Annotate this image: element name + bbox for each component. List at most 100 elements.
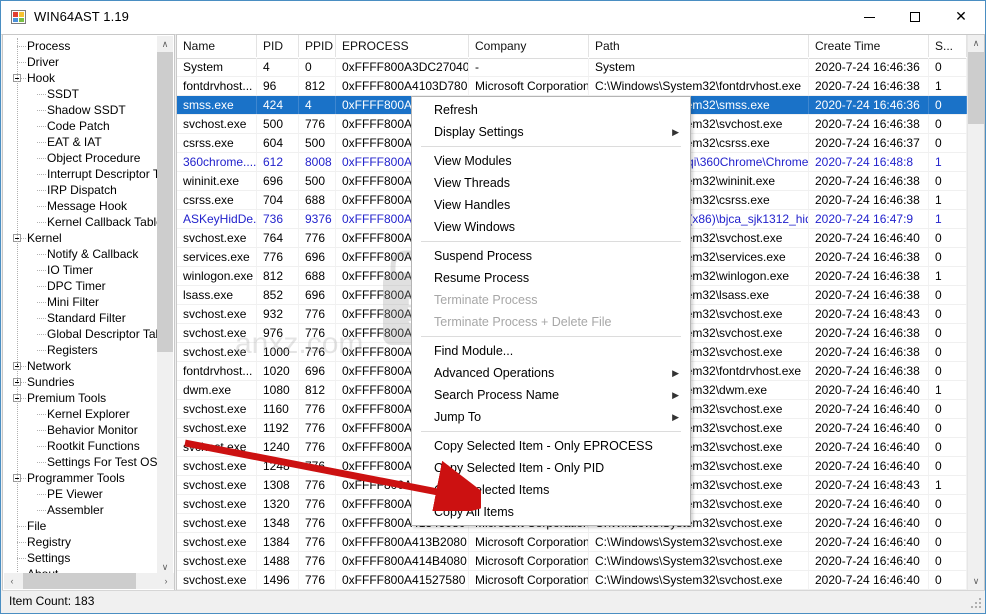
tree-item-code-patch[interactable]: Code Patch [3,118,153,134]
menu-item-search-process-name[interactable]: Search Process Name ▶ [412,384,690,406]
menu-item-suspend-process[interactable]: Suspend Process [412,245,690,267]
tree-item-mini-filter[interactable]: Mini Filter [3,294,153,310]
list-scroll-up-icon[interactable]: ∧ [968,35,984,52]
tree-item-irp-dispatch[interactable]: IRP Dispatch [3,182,153,198]
tree-item-kernel[interactable]: Kernel [3,230,153,246]
tree-item-shadow-ssdt[interactable]: Shadow SSDT [3,102,153,118]
tree-item-behavior-monitor[interactable]: Behavior Monitor [3,422,153,438]
tree-scroll-up-icon[interactable]: ∧ [157,36,173,52]
resize-grip-icon[interactable] [970,597,982,609]
cell-name: wininit.exe [177,172,257,190]
tree-horizontal-scrollbar-thumb[interactable] [23,573,136,589]
menu-item-view-windows[interactable]: View Windows [412,216,690,238]
cell-pid: 736 [257,210,299,228]
tree-item-notify-callback[interactable]: Notify & Callback [3,246,153,262]
cell-time: 2020-7-24 16:46:36 [809,96,929,114]
list-vertical-scrollbar[interactable]: ∧ ∨ [967,35,984,590]
menu-item-copy-selected-item-only-eprocess[interactable]: Copy Selected Item - Only EPROCESS [412,435,690,457]
tree-item-rootkit-functions[interactable]: Rootkit Functions [3,438,153,454]
column-header-eprocess[interactable]: EPROCESS [336,35,469,57]
status-bar: Item Count: 183 [2,590,985,612]
cell-name: svchost.exe [177,115,257,133]
close-button[interactable]: ✕ [938,1,984,33]
column-header-path[interactable]: Path [589,35,809,57]
tree-item-pe-viewer[interactable]: PE Viewer [3,486,153,502]
cell-pid: 852 [257,286,299,304]
minimize-button[interactable] [846,1,892,33]
tree-vertical-scrollbar-thumb[interactable] [157,52,173,352]
menu-item-display-settings[interactable]: Display Settings ▶ [412,121,690,143]
menu-item-advanced-operations[interactable]: Advanced Operations ▶ [412,362,690,384]
tree-item-kernel-callback-table[interactable]: Kernel Callback Table [3,214,163,230]
cell-eprocess: 0xFFFF800A3DC27040 [336,58,469,76]
tree-item-settings-for-test-os[interactable]: Settings For Test OS [3,454,158,470]
tree-item-io-timer[interactable]: IO Timer [3,262,153,278]
menu-item-view-modules[interactable]: View Modules [412,150,690,172]
tree-item-driver[interactable]: Driver [3,54,153,70]
tree-item-message-hook[interactable]: Message Hook [3,198,153,214]
tree-item-label: IRP Dispatch [47,183,117,197]
tree-item-eat-iat[interactable]: EAT & IAT [3,134,153,150]
menu-item-copy-selected-item-only-pid[interactable]: Copy Selected Item - Only PID [412,457,690,479]
tree-horizontal-scrollbar[interactable]: ‹ › [4,573,174,589]
column-header-ppid[interactable]: PPID [299,35,336,57]
menu-item-resume-process[interactable]: Resume Process [412,267,690,289]
tree-item-registry[interactable]: Registry [3,534,153,550]
tree-item-assembler[interactable]: Assembler [3,502,153,518]
tree-item-object-procedure[interactable]: Object Procedure [3,150,153,166]
tree-item-label: Registry [27,535,72,549]
column-header-company[interactable]: Company [469,35,589,57]
column-header-create-time[interactable]: Create Time [809,35,929,57]
tree-item-dpc-timer[interactable]: DPC Timer [3,278,153,294]
cell-pid: 1160 [257,400,299,418]
maximize-button[interactable] [892,1,938,33]
cell-pid: 1192 [257,419,299,437]
tree-scroll-left-icon[interactable]: ‹ [4,573,20,589]
process-row[interactable]: svchost.exe 1384 776 0xFFFF800A413B2080 Micr… [177,533,984,552]
tree-item-settings[interactable]: Settings [3,550,153,566]
cell-ppid: 776 [299,400,336,418]
process-row[interactable]: svchost.exe 1488 776 0xFFFF800A414B4080 Micr… [177,552,984,571]
cell-name: csrss.exe [177,134,257,152]
process-context-menu[interactable]: Refresh Display Settings ▶ View Modules View… [411,96,691,526]
tree-item-hook[interactable]: Hook [3,70,153,86]
tree-item-process[interactable]: Process [3,38,153,54]
tree-item-sundries[interactable]: Sundries [3,374,153,390]
tree-connector [17,542,26,543]
process-row[interactable]: fontdrvhost... 96 812 0xFFFF800A4103D780 Mic… [177,77,984,96]
menu-item-view-handles[interactable]: View Handles [412,194,690,216]
tree-connector [17,526,26,527]
process-row[interactable]: svchost.exe 1496 776 0xFFFF800A41527580 Micr… [177,571,984,590]
list-vertical-scrollbar-thumb[interactable] [968,52,984,124]
tree-item-programmer-tools[interactable]: Programmer Tools [3,470,153,486]
menu-item-jump-to[interactable]: Jump To ▶ [412,406,690,428]
tree-item-registers[interactable]: Registers [3,342,153,358]
tree-item-file[interactable]: File [3,518,153,534]
tree-scroll-right-icon[interactable]: › [158,573,174,589]
column-header-s[interactable]: S... [929,35,967,57]
column-header-name[interactable]: Name [177,35,257,57]
menu-item-refresh[interactable]: Refresh [412,99,690,121]
cell-time: 2020-7-24 16:46:37 [809,134,929,152]
menu-item-copy-all-items[interactable]: Copy All Items [412,501,690,523]
tree-vertical-scrollbar[interactable]: ∧ ∨ [157,36,173,575]
tree-connector [37,126,46,127]
menu-item-view-threads[interactable]: View Threads [412,172,690,194]
tree-item-global-descriptor-table[interactable]: Global Descriptor Table [3,326,172,342]
tree-item-ssdt[interactable]: SSDT [3,86,153,102]
cell-time: 2020-7-24 16:46:40 [809,438,929,456]
tree-item-interrupt-descriptor-tal[interactable]: Interrupt Descriptor Tal [3,166,168,182]
tree-item-premium-tools[interactable]: Premium Tools [3,390,153,406]
menu-item-find-module[interactable]: Find Module... [412,340,690,362]
cell-pid: 1488 [257,552,299,570]
cell-s: 0 [929,96,967,114]
menu-separator [421,146,681,147]
process-row[interactable]: System 4 0 0xFFFF800A3DC27040- System 2020-7-… [177,58,984,77]
menu-item-copy-selected-items[interactable]: Copy Selected Items [412,479,690,501]
tree-item-kernel-explorer[interactable]: Kernel Explorer [3,406,153,422]
cell-ppid: 500 [299,134,336,152]
tree-item-network[interactable]: Network [3,358,153,374]
list-scroll-down-icon[interactable]: ∨ [968,573,984,590]
tree-item-standard-filter[interactable]: Standard Filter [3,310,153,326]
column-header-pid[interactable]: PID [257,35,299,57]
